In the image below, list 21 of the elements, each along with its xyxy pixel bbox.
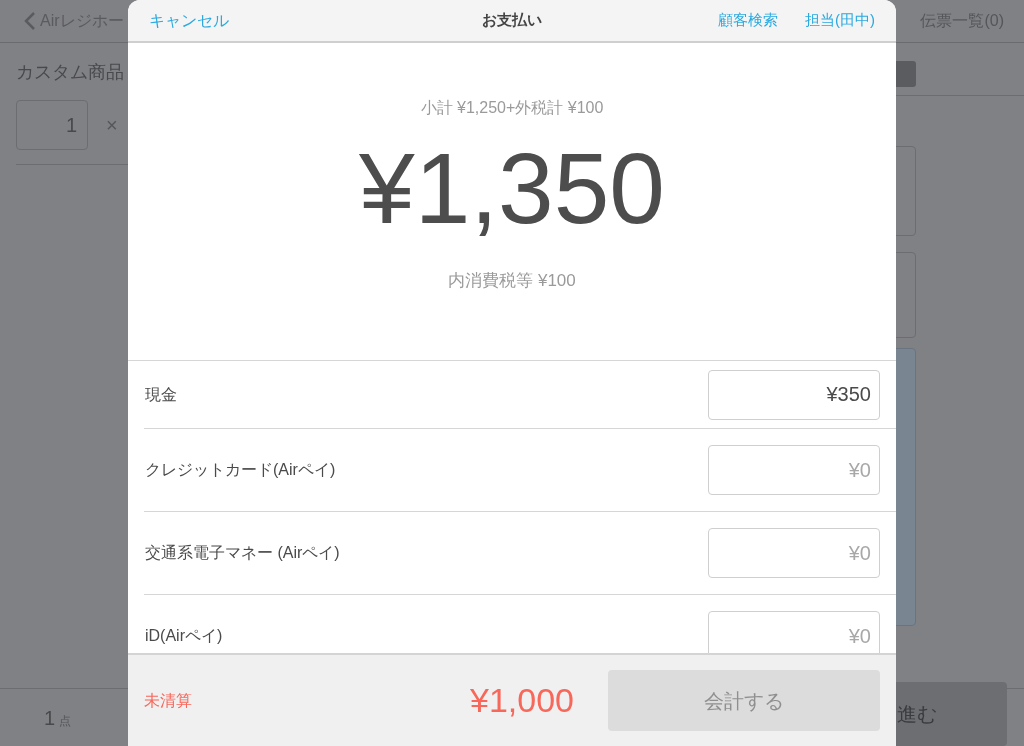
subtotal-text: 小計 ¥1,250+外税計 ¥100 [420,98,604,118]
status-label: 未清算 [144,690,192,711]
staff-button[interactable]: 担当(田中) [805,9,875,32]
cancel-button[interactable]: キャンセル [149,8,229,33]
total-amount: ¥1,350 [359,138,665,238]
amount-field[interactable]: ¥350 [708,369,880,420]
amount-field[interactable]: ¥0 [708,445,880,495]
payment-method-label: クレジットカード(Airペイ) [144,460,336,480]
amount-field[interactable]: ¥0 [708,611,880,653]
payment-method-label: 現金 [144,384,177,405]
item-count: 1 [44,705,56,731]
item-title: カスタム商品 [16,61,125,84]
remaining-amount: ¥1,000 [470,680,574,721]
quantity-field[interactable]: 1 [16,100,88,150]
tax-note: 内消費税等 ¥100 [448,270,576,292]
multiply-sign: × [106,113,118,138]
payment-method-label: iD(Airペイ) [144,626,223,646]
payment-method-label: 交通系電子マネー (Airペイ) [144,543,340,563]
customer-search-button[interactable]: 顧客検索 [718,9,778,32]
amount-field[interactable]: ¥0 [708,528,880,578]
dialog-title: お支払い [482,10,542,31]
